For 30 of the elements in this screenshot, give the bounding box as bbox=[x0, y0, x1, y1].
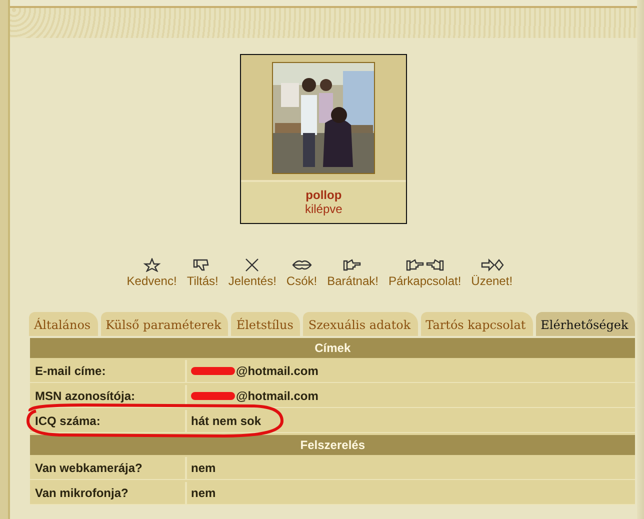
section-header: Felszerelés bbox=[30, 435, 636, 455]
tab[interactable]: Életstílus bbox=[231, 312, 300, 336]
tab[interactable]: Külső paraméterek bbox=[100, 312, 228, 336]
field-label: MSN azonosítója: bbox=[30, 385, 187, 407]
field-label: ICQ száma: bbox=[30, 410, 187, 432]
action-link[interactable]: Tiltás! bbox=[186, 258, 218, 288]
action-link[interactable]: Kedvenc! bbox=[126, 258, 177, 288]
field-value: @hotmail.com bbox=[236, 364, 318, 378]
action-link[interactable]: Párkapcsolat! bbox=[388, 258, 462, 288]
two-hands-icon bbox=[404, 258, 446, 272]
tab[interactable]: Általános bbox=[29, 312, 98, 336]
field-value: @hotmail.com bbox=[236, 389, 318, 403]
action-link[interactable]: Jelentés! bbox=[228, 258, 276, 288]
field-label: Van mikrofonja? bbox=[30, 482, 187, 504]
field-value: nem bbox=[191, 461, 216, 475]
tab[interactable]: Elérhetőségek bbox=[536, 312, 636, 336]
action-link[interactable]: Csók! bbox=[286, 258, 318, 288]
section-header: Címek bbox=[30, 338, 636, 358]
action-link[interactable]: Barátnak! bbox=[327, 258, 378, 288]
field-label: Van webkamerája? bbox=[30, 457, 187, 479]
action-link[interactable]: Üzenet! bbox=[471, 258, 513, 288]
field-value: hát nem sok bbox=[191, 414, 262, 428]
tab[interactable]: Szexuális adatok bbox=[303, 312, 418, 336]
lips-icon bbox=[290, 258, 314, 272]
field-value: nem bbox=[191, 486, 216, 500]
field-label: E-mail címe: bbox=[30, 360, 187, 382]
online-status: kilépve bbox=[304, 202, 342, 216]
arrow-icon bbox=[480, 258, 504, 272]
tab[interactable]: Tartós kapcsolat bbox=[420, 312, 533, 336]
username[interactable]: pollop bbox=[306, 188, 342, 202]
